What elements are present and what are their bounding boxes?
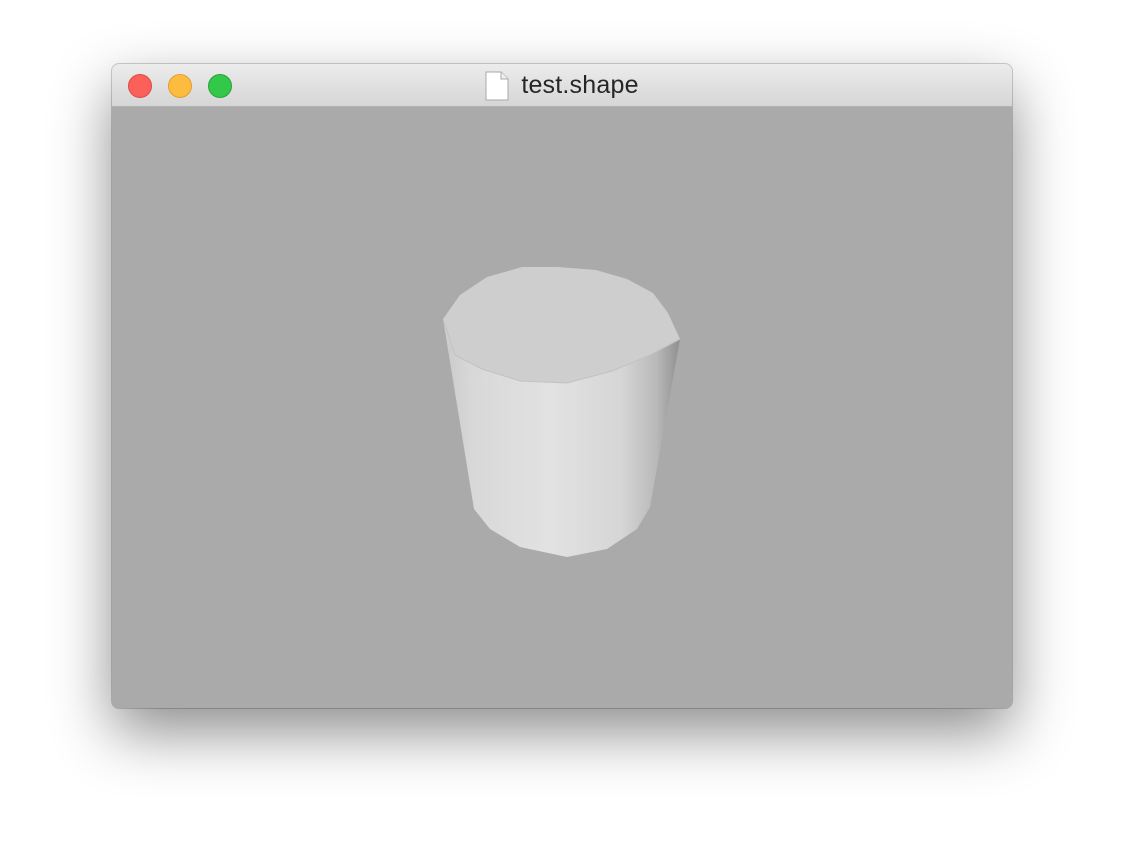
document-icon	[485, 71, 509, 100]
app-window: test.shape	[112, 64, 1012, 708]
window-title: test.shape	[521, 71, 639, 99]
title-bar[interactable]: test.shape	[112, 64, 1012, 107]
3d-viewport[interactable]	[112, 107, 1012, 708]
cylinder-object[interactable]	[442, 267, 681, 557]
window-title-group: test.shape	[112, 64, 1012, 107]
scene-canvas	[442, 267, 681, 557]
